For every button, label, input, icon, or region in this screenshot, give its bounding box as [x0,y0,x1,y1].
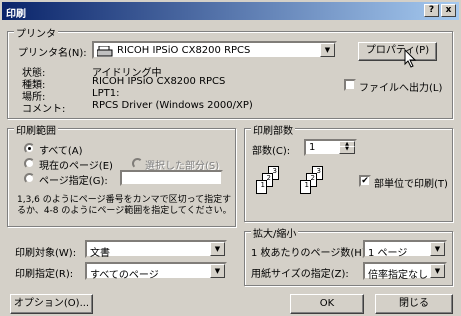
range-current-radio[interactable] [24,158,35,169]
print-range-group-label: 印刷範囲 [14,122,58,137]
print-to-file-checkbox[interactable] [344,79,356,91]
range-pages-radio[interactable] [24,173,35,184]
scale-select[interactable]: 倍率指定なし ▼ [363,262,447,281]
chevron-down-icon[interactable]: ▼ [320,43,335,57]
range-pages-label[interactable]: ページ指定(G): [39,172,108,187]
pages-per-sheet-label: 1 枚あたりのページ数(H): [251,248,370,259]
collate-checkbox[interactable]: ✔ [359,175,371,187]
print-pages-select[interactable]: すべてのページ ▼ [85,262,227,281]
print-what-value: 文書 [90,248,110,259]
chevron-down-icon[interactable]: ▼ [430,242,445,256]
printer-name-label: プリンタ名(N): [18,48,87,59]
range-all-label[interactable]: すべて(A) [39,142,83,157]
comment-value: RPCS Driver (Windows 2000/XP) [92,100,253,111]
pages-per-sheet-value: 1 ページ [368,248,408,259]
range-hint-line2: るか、4-8 のようにページ範囲を指定してください。 [17,206,232,216]
scale-value: 倍率指定なし [368,270,428,281]
printer-icon [96,45,113,60]
copies-spinner[interactable]: 1 ▲ ▼ [304,139,357,156]
properties-button[interactable]: プロパティ(P) [358,42,437,61]
print-pages-value: すべてのページ [90,270,159,281]
spin-down-icon[interactable]: ▼ [339,146,355,154]
close-button-label: 閉じる [399,298,429,309]
ok-button-label: OK [319,298,335,309]
ok-button[interactable]: OK [290,294,364,314]
print-to-file-label[interactable]: ファイルへ出力(L) [359,79,442,94]
chevron-down-icon[interactable]: ▼ [210,242,225,256]
printer-name-value: RICOH IPSiO CX8200 RPCS [117,45,251,56]
close-window-button[interactable]: x [441,4,456,17]
options-button-label: オプション(O)... [13,298,90,309]
collate-label[interactable]: 部単位で印刷(T) [374,175,448,190]
help-button[interactable]: ? [424,4,439,17]
type-value: RICOH IPSiO CX8200 RPCS [92,76,226,87]
printer-group-label: プリンタ [14,25,58,40]
window-title: 印刷 [6,9,26,20]
copies-count-value: 1 [309,142,316,153]
collate-pages-icon: 3 2 1 3 2 1 [252,166,342,206]
range-selection-radio [132,158,143,169]
chevron-down-icon[interactable]: ▼ [430,264,445,278]
range-pages-input[interactable] [120,170,223,186]
range-current-label[interactable]: 現在のページ(E) [39,157,113,172]
copies-group-label: 印刷部数 [251,122,295,137]
location-value: LPT1: [92,88,120,99]
print-what-label: 印刷対象(W): [15,248,77,259]
properties-label: プロパティ(P) [365,45,430,56]
zoom-group-label: 拡大/縮小 [251,225,299,240]
options-button[interactable]: オプション(O)... [10,294,93,314]
comment-label: コメント: [22,104,66,115]
pages-per-sheet-select[interactable]: 1 ページ ▼ [363,240,447,259]
copies-count-label: 部数(C): [252,146,291,157]
cursor-icon [404,48,418,72]
title-bar: 印刷 ? x [2,2,459,20]
print-label: 印刷指定(R): [15,269,74,280]
close-button[interactable]: 閉じる [375,294,453,314]
range-all-radio[interactable] [24,143,35,154]
chevron-down-icon[interactable]: ▼ [210,264,225,278]
print-dialog: 印刷 ? x プリンタ プリンタ名(N): RICOH IPSiO CX8200… [0,0,461,316]
printer-name-select[interactable]: RICOH IPSiO CX8200 RPCS ▼ [92,41,337,59]
scale-label: 用紙サイズの指定(Z): [251,269,349,280]
print-what-select[interactable]: 文書 ▼ [85,240,227,259]
